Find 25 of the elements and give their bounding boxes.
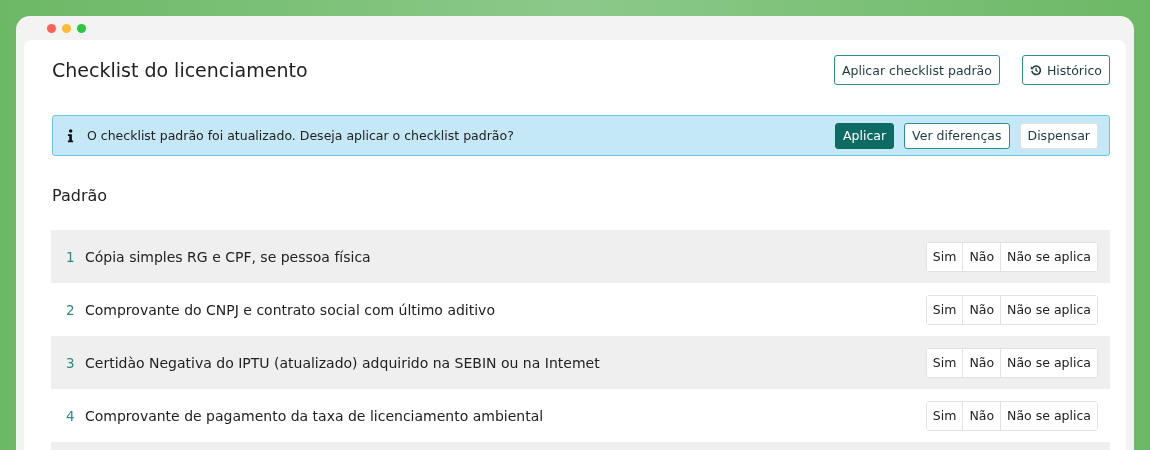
item-text: Cópia simples RG e CPF, se pessoa física <box>85 248 372 265</box>
header-button[interactable]: Histórico <box>1021 55 1110 85</box>
alert-button[interactable]: Aplicar <box>835 122 895 149</box>
option-button[interactable]: Não se aplica <box>1000 295 1097 324</box>
item-number: 3 <box>66 354 76 371</box>
option-button[interactable]: Não se aplica <box>1000 401 1097 430</box>
header-button[interactable]: Aplicar checklist padrão <box>833 55 1000 85</box>
alert-button[interactable]: Ver diferenças <box>904 122 1010 149</box>
option-button[interactable]: Não se aplica <box>1000 348 1097 377</box>
item-text: Certidào Negativa do IPTU (atualizado) adquirido na SEBIN ou na Intemet <box>85 354 601 371</box>
history-icon <box>1029 64 1042 76</box>
close-dot[interactable] <box>47 23 56 33</box>
item-number: 1 <box>66 248 76 265</box>
minimize-dot[interactable] <box>62 23 71 33</box>
item-number: 4 <box>66 407 76 424</box>
item-text: Comprovante do CNPJ e contrato social com último aditivo <box>85 301 496 318</box>
option-button[interactable]: Não se aplica <box>1000 242 1097 271</box>
maximize-dot[interactable] <box>77 23 86 33</box>
info-icon <box>67 128 74 143</box>
alert-button[interactable]: Dispensar <box>1019 122 1098 149</box>
alert-message: O checklist padrão foi atualizado. Deseja aplicar o checklist padrão? <box>87 128 515 143</box>
item-number: 2 <box>66 301 76 318</box>
item-text: Comprovante de pagamento da taxa de licenciamento ambiental <box>85 407 545 424</box>
page-title: Checklist do licenciamento <box>52 59 308 81</box>
section-title: Padrão <box>52 186 109 207</box>
